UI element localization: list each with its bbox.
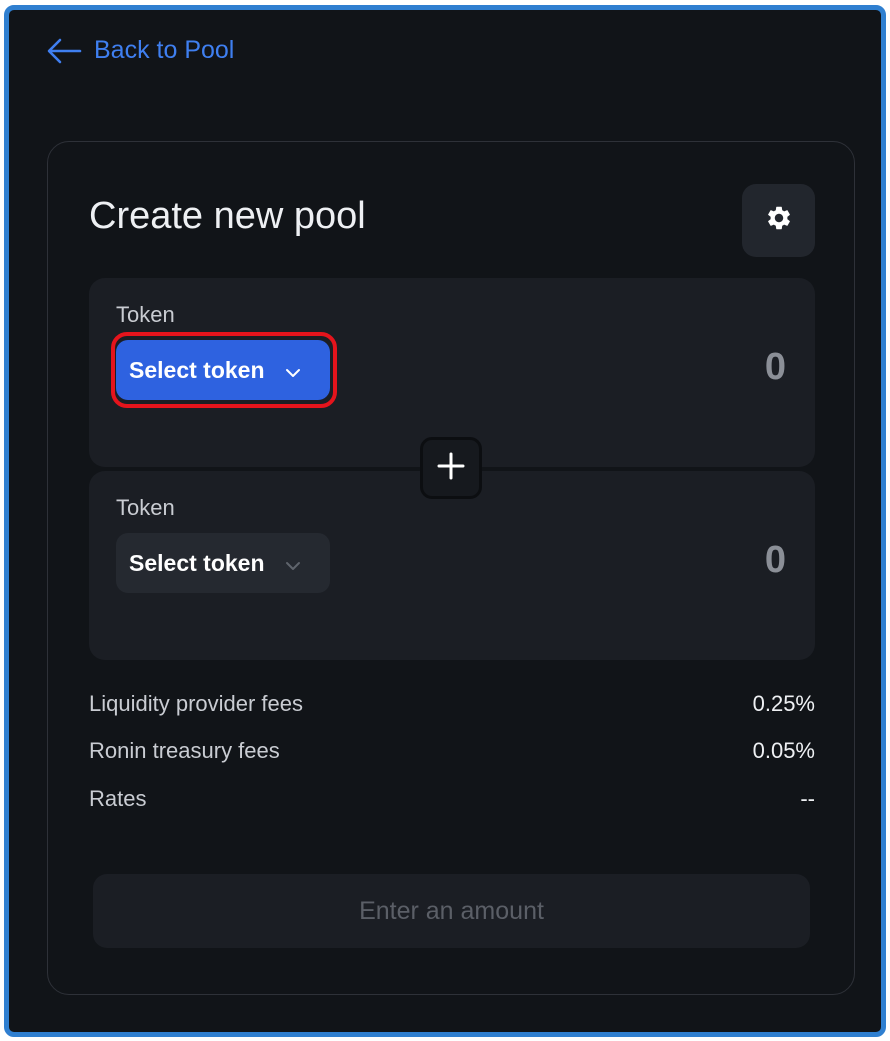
token-a-select-label: Select token [129,356,265,383]
token-b-panel: Token Select token 0 [89,471,815,660]
back-to-pool-link[interactable]: Back to Pool [46,36,234,65]
fee-row-liquidity: Liquidity provider fees 0.25% [89,691,815,717]
chevron-down-icon [285,357,301,384]
token-a-select-button[interactable]: Select token [116,340,330,400]
fee-value: -- [800,786,815,811]
token-b-amount[interactable]: 0 [765,539,786,582]
token-b-select-label: Select token [129,549,265,576]
fee-row-rates: Rates -- [89,786,815,812]
fee-value: 0.05% [752,738,815,763]
fee-label: Rates [89,786,147,811]
token-a-amount[interactable]: 0 [765,346,786,389]
chevron-down-icon [285,550,301,577]
app-window: Back to Pool Create new pool Token Selec… [4,5,886,1037]
enter-amount-button[interactable]: Enter an amount [93,874,810,948]
fee-value: 0.25% [752,691,815,716]
token-a-label: Token [116,302,175,327]
add-token-button[interactable] [420,437,482,499]
token-b-select-button[interactable]: Select token [116,533,330,593]
fee-label: Ronin treasury fees [89,738,280,763]
settings-button[interactable] [742,184,815,257]
fee-row-treasury: Ronin treasury fees 0.05% [89,738,815,764]
plus-icon [436,451,466,486]
gear-icon [765,204,793,237]
create-pool-card: Create new pool Token Select token 0 Tok… [47,141,855,995]
fee-label: Liquidity provider fees [89,691,304,716]
back-to-pool-label: Back to Pool [94,36,235,64]
token-b-label: Token [116,495,175,520]
arrow-left-icon [46,38,82,64]
page-title: Create new pool [89,195,366,237]
